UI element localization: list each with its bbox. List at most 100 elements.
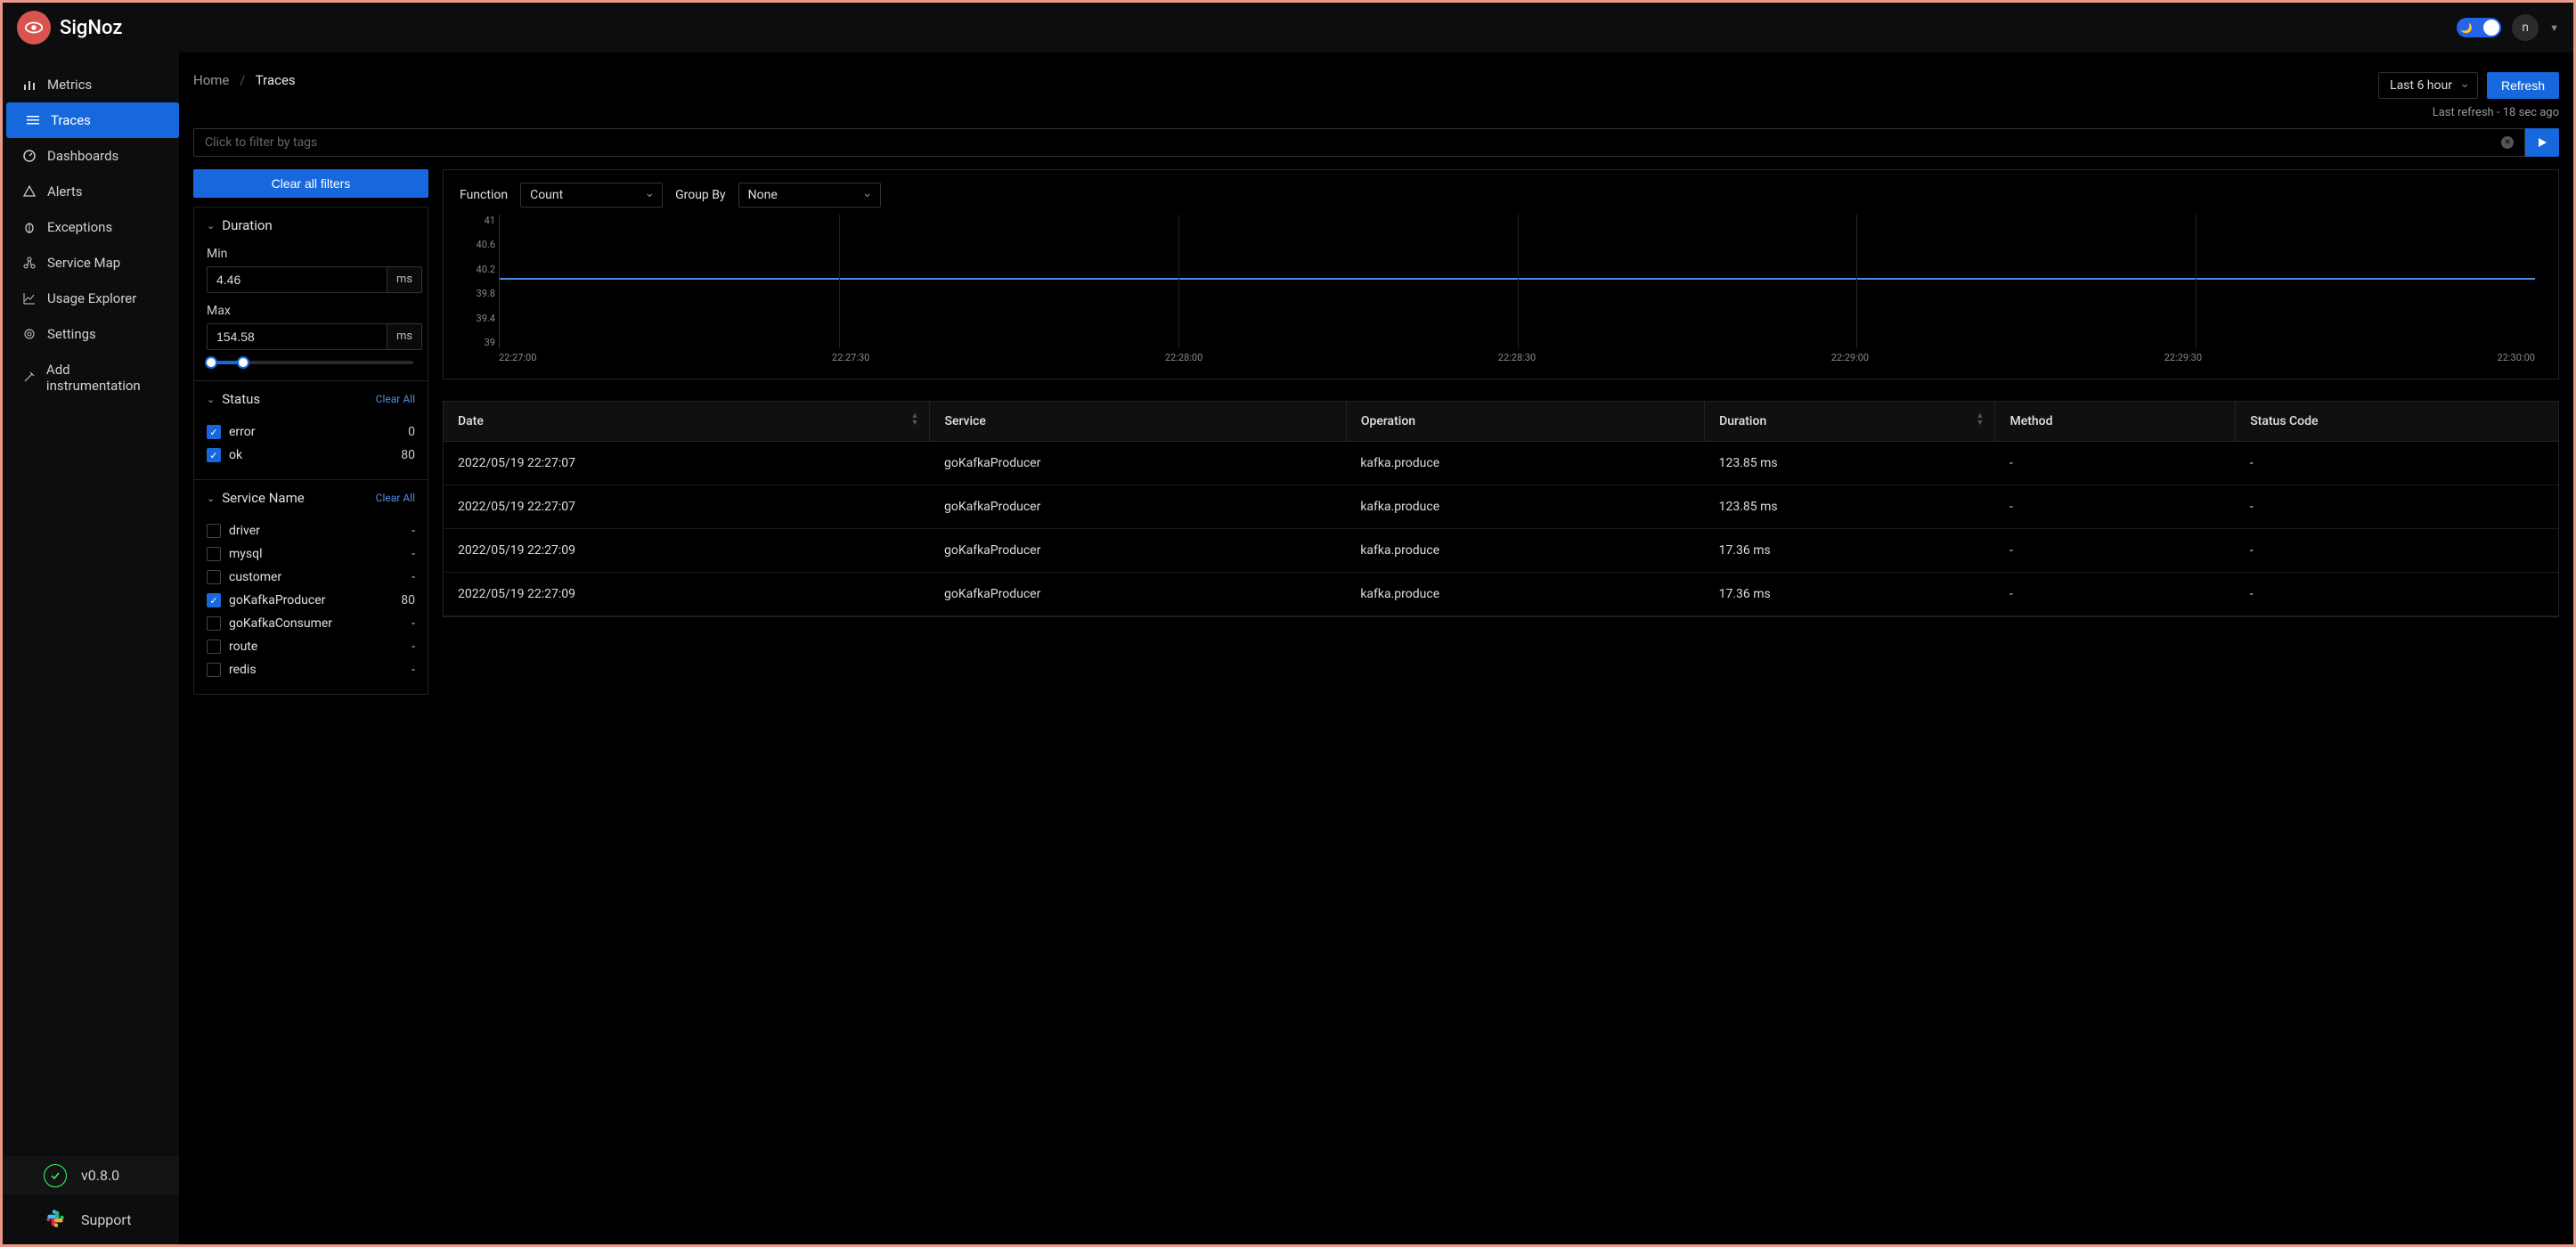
x-tick: 22:30:00: [2498, 352, 2535, 366]
sidebar-item-metrics[interactable]: Metrics: [3, 67, 179, 102]
slider-handle-min[interactable]: [205, 356, 217, 369]
checkbox-label: customer: [229, 570, 281, 584]
table-row[interactable]: 2022/05/19 22:27:07goKafkaProducerkafka.…: [444, 485, 2558, 529]
filter-checkbox-row[interactable]: redis-: [207, 658, 415, 681]
sidebar-item-alerts[interactable]: Alerts: [3, 174, 179, 209]
time-range-select[interactable]: Last 6 hour: [2378, 72, 2478, 99]
filter-checkbox-row[interactable]: ✓error0: [207, 420, 415, 444]
sidebar-item-service-map[interactable]: Service Map: [3, 245, 179, 281]
sidebar-item-traces[interactable]: Traces: [6, 102, 179, 138]
checkbox[interactable]: ✓: [207, 425, 221, 439]
network-icon: [22, 257, 37, 269]
sidebar-item-label: Service Map: [47, 255, 120, 271]
checkbox[interactable]: [207, 640, 221, 654]
version-label: v0.8.0: [81, 1167, 119, 1184]
table-header[interactable]: Method: [1995, 402, 2236, 442]
checkbox-count: -: [412, 616, 415, 631]
table-row[interactable]: 2022/05/19 22:27:09goKafkaProducerkafka.…: [444, 573, 2558, 616]
section-title: Duration: [222, 217, 272, 233]
sort-icon[interactable]: ▲▼: [1977, 412, 1985, 427]
table-header[interactable]: Service: [930, 402, 1346, 442]
table-header[interactable]: Operation: [1346, 402, 1704, 442]
checkbox-count: -: [412, 640, 415, 654]
clear-status-link[interactable]: Clear All: [376, 393, 415, 405]
checkbox[interactable]: [207, 524, 221, 538]
section-toggle-service[interactable]: ⌄ Service Name: [207, 490, 305, 506]
clear-input-icon[interactable]: ✕: [2501, 136, 2514, 149]
tag-filter-input[interactable]: Click to filter by tags ✕: [193, 128, 2525, 157]
sidebar-item-label: Settings: [47, 326, 96, 342]
support-label: Support: [81, 1211, 131, 1228]
checkbox[interactable]: ✓: [207, 593, 221, 607]
section-toggle-status[interactable]: ⌄ Status: [207, 391, 260, 407]
breadcrumb-home[interactable]: Home: [193, 72, 229, 88]
table-cell: -: [1995, 529, 2236, 573]
table-row[interactable]: 2022/05/19 22:27:07goKafkaProducerkafka.…: [444, 442, 2558, 485]
table-cell: kafka.produce: [1346, 442, 1704, 485]
sidebar-item-label: Metrics: [47, 77, 92, 93]
table-header[interactable]: Date▲▼: [444, 402, 930, 442]
checkbox-count: -: [412, 524, 415, 538]
section-title: Service Name: [222, 490, 304, 506]
section-toggle-duration[interactable]: ⌄ Duration: [194, 208, 428, 243]
sidebar-item-dashboards[interactable]: Dashboards: [3, 138, 179, 174]
groupby-select[interactable]: None: [738, 183, 881, 208]
run-filter-button[interactable]: [2525, 128, 2559, 157]
filter-checkbox-row[interactable]: goKafkaConsumer-: [207, 612, 415, 635]
duration-min-input[interactable]: [207, 266, 387, 293]
table-header[interactable]: Duration▲▼: [1705, 402, 1995, 442]
slack-icon: [44, 1207, 69, 1232]
filter-checkbox-row[interactable]: route -: [207, 635, 415, 658]
grid-line: [1518, 215, 1519, 348]
checkbox[interactable]: [207, 663, 221, 677]
filter-checkbox-row[interactable]: customer-: [207, 566, 415, 589]
sort-icon[interactable]: ▲▼: [911, 412, 919, 427]
table-cell: -: [1995, 573, 2236, 616]
sidebar-item-exceptions[interactable]: Exceptions: [3, 209, 179, 245]
filter-checkbox-row[interactable]: ✓goKafkaProducer80: [207, 589, 415, 612]
checkbox-label: goKafkaProducer: [229, 593, 325, 607]
sidebar-item-usage-explorer[interactable]: Usage Explorer: [3, 281, 179, 316]
min-label: Min: [207, 247, 415, 261]
sidebar-item-settings[interactable]: Settings: [3, 316, 179, 352]
checkbox[interactable]: [207, 547, 221, 561]
chevron-down-icon: ⌄: [207, 493, 215, 504]
duration-max-input[interactable]: [207, 323, 387, 350]
filter-checkbox-row[interactable]: mysql-: [207, 542, 415, 566]
sidebar-item-label: Alerts: [47, 183, 83, 200]
filter-section-service: ⌄ Service Name Clear All driver - mysql-cu…: [194, 479, 428, 694]
refresh-button[interactable]: Refresh: [2487, 72, 2559, 99]
clear-all-filters-button[interactable]: Clear all filters: [193, 169, 428, 198]
checkbox-label: route: [229, 640, 257, 654]
checkbox[interactable]: ✓: [207, 448, 221, 462]
alert-icon: [22, 185, 37, 198]
filter-checkbox-row[interactable]: ✓ok80: [207, 444, 415, 467]
duration-slider[interactable]: [208, 361, 413, 364]
y-tick: 40.6: [460, 239, 495, 250]
table-cell: kafka.produce: [1346, 485, 1704, 529]
table-cell: 2022/05/19 22:27:07: [444, 442, 930, 485]
checkbox-label: driver: [229, 524, 260, 538]
table-cell: goKafkaProducer: [930, 442, 1346, 485]
table-row[interactable]: 2022/05/19 22:27:09goKafkaProducerkafka.…: [444, 529, 2558, 573]
checkbox[interactable]: [207, 616, 221, 631]
sidebar-item-support[interactable]: Support: [3, 1194, 179, 1244]
version-indicator[interactable]: v0.8.0: [3, 1156, 179, 1194]
theme-toggle[interactable]: 🌙: [2457, 18, 2501, 37]
table-header[interactable]: Status Code: [2236, 402, 2558, 442]
sidebar-item-add-instrumentation[interactable]: Add instrumentation: [3, 352, 179, 403]
clear-service-link[interactable]: Clear All: [376, 492, 415, 504]
traces-table: Date▲▼ServiceOperationDuration▲▼MethodSt…: [443, 401, 2559, 617]
table-cell: 2022/05/19 22:27:09: [444, 573, 930, 616]
function-select[interactable]: Count: [520, 183, 663, 208]
checkbox-count: -: [412, 663, 415, 677]
user-menu-caret-icon[interactable]: ▼: [2549, 22, 2559, 34]
function-label: Function: [460, 188, 508, 202]
slider-handle-max[interactable]: [237, 356, 249, 369]
checkbox[interactable]: [207, 570, 221, 584]
user-avatar[interactable]: n: [2512, 14, 2539, 41]
filter-checkbox-row[interactable]: driver -: [207, 519, 415, 542]
brand-name: SigNoz: [60, 17, 122, 39]
tag-filter-placeholder: Click to filter by tags: [205, 135, 317, 150]
unit-suffix: ms: [387, 323, 422, 350]
